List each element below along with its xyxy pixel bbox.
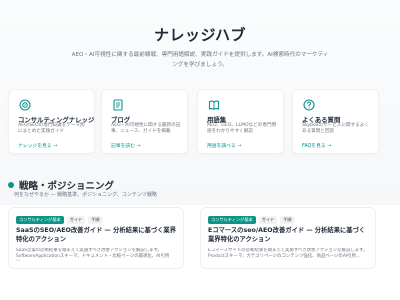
card-link[interactable]: 記事を読む → xyxy=(111,142,141,149)
badge-group: コンサルティング基本 ガイド 手順 xyxy=(16,216,103,224)
card-faq[interactable]: よくある質問 Skyboxのサービスに関するよくある質問と回答 FAQを見る → xyxy=(292,89,379,154)
card-description: AEO、GEO、LLMOなどの専門用語をわかりやすく解説 xyxy=(207,123,277,134)
card-link[interactable]: ナレッジを見る → xyxy=(18,142,57,149)
card-description: AEO/SEOの専門知識をテーマ別にまとめた実践ガイド xyxy=(18,123,85,134)
question-icon xyxy=(302,98,316,112)
type-badge: 手順 xyxy=(280,216,295,224)
document-icon xyxy=(111,98,125,112)
article-title[interactable]: Eコマースのseo/AEO改善ガイド — 分析結果に基づく業界特化のアクション xyxy=(208,227,369,244)
article-title[interactable]: SaaSのSEO/AEO改善ガイド — 分析結果に基づく業界特化のアクション xyxy=(16,227,177,244)
card-description: Skyboxのサービスに関するよくある質問と回答 xyxy=(302,123,369,134)
section-title-text: 戦略・ポジショニング xyxy=(19,181,115,192)
article-description: SaaS企業の診断結果を踏まえて実施すべき改善アクションを解説します。Softw… xyxy=(16,248,170,261)
category-badge: コンサルティング基本 xyxy=(208,216,256,224)
category-badge: コンサルティング基本 xyxy=(16,216,64,224)
article-description: Eコマースサイトの診断結果を踏まえて実施すべき改善アクションを解説します。Pro… xyxy=(208,248,368,259)
target-icon xyxy=(18,98,32,112)
card-consulting-knowledge[interactable]: コンサルティングナレッジ AEO/SEOの専門知識をテーマ別にまとめた実践ガイド… xyxy=(8,89,95,154)
article-card-saas[interactable]: コンサルティング基本 ガイド 手順 SaaSのSEO/AEO改善ガイド — 分析… xyxy=(8,207,184,269)
book-icon xyxy=(207,98,221,112)
card-link[interactable]: 用語を調べる → xyxy=(207,142,241,149)
card-blog[interactable]: ブログ AEO・AI可視性に関する最新の記事、ニュース、ガイドを掲載 記事を読む… xyxy=(101,89,188,154)
page-title: ナレッジハブ xyxy=(153,26,247,44)
section-title: 戦略・ポジショニング xyxy=(8,178,114,192)
article-card-ecommerce[interactable]: コンサルティング基本 ガイド 手順 Eコマースのseo/AEO改善ガイド — 分… xyxy=(200,207,376,269)
type-badge: ガイド xyxy=(66,216,86,224)
card-glossary[interactable]: 用語集 AEO、GEO、LLMOなどの専門用語をわかりやすく解説 用語を調べる … xyxy=(197,89,284,154)
type-badge: 手順 xyxy=(88,216,103,224)
card-link[interactable]: FAQを見る → xyxy=(302,142,331,149)
type-badge: ガイド xyxy=(258,216,278,224)
badge-group: コンサルティング基本 ガイド 手順 xyxy=(208,216,295,224)
section-subtitle: 何をなぜやるか — 戦略基準、ポジショニング、コンテンツ戦略 xyxy=(14,192,157,198)
page-subtitle: AEO・AI可視性に関する最前線戦、専門用語解説、実践ガイドを提供します。AI検… xyxy=(71,52,329,68)
card-description: AEO・AI可視性に関する最新の記事、ニュース、ガイドを掲載 xyxy=(111,123,181,134)
section-dot-icon xyxy=(8,182,14,188)
